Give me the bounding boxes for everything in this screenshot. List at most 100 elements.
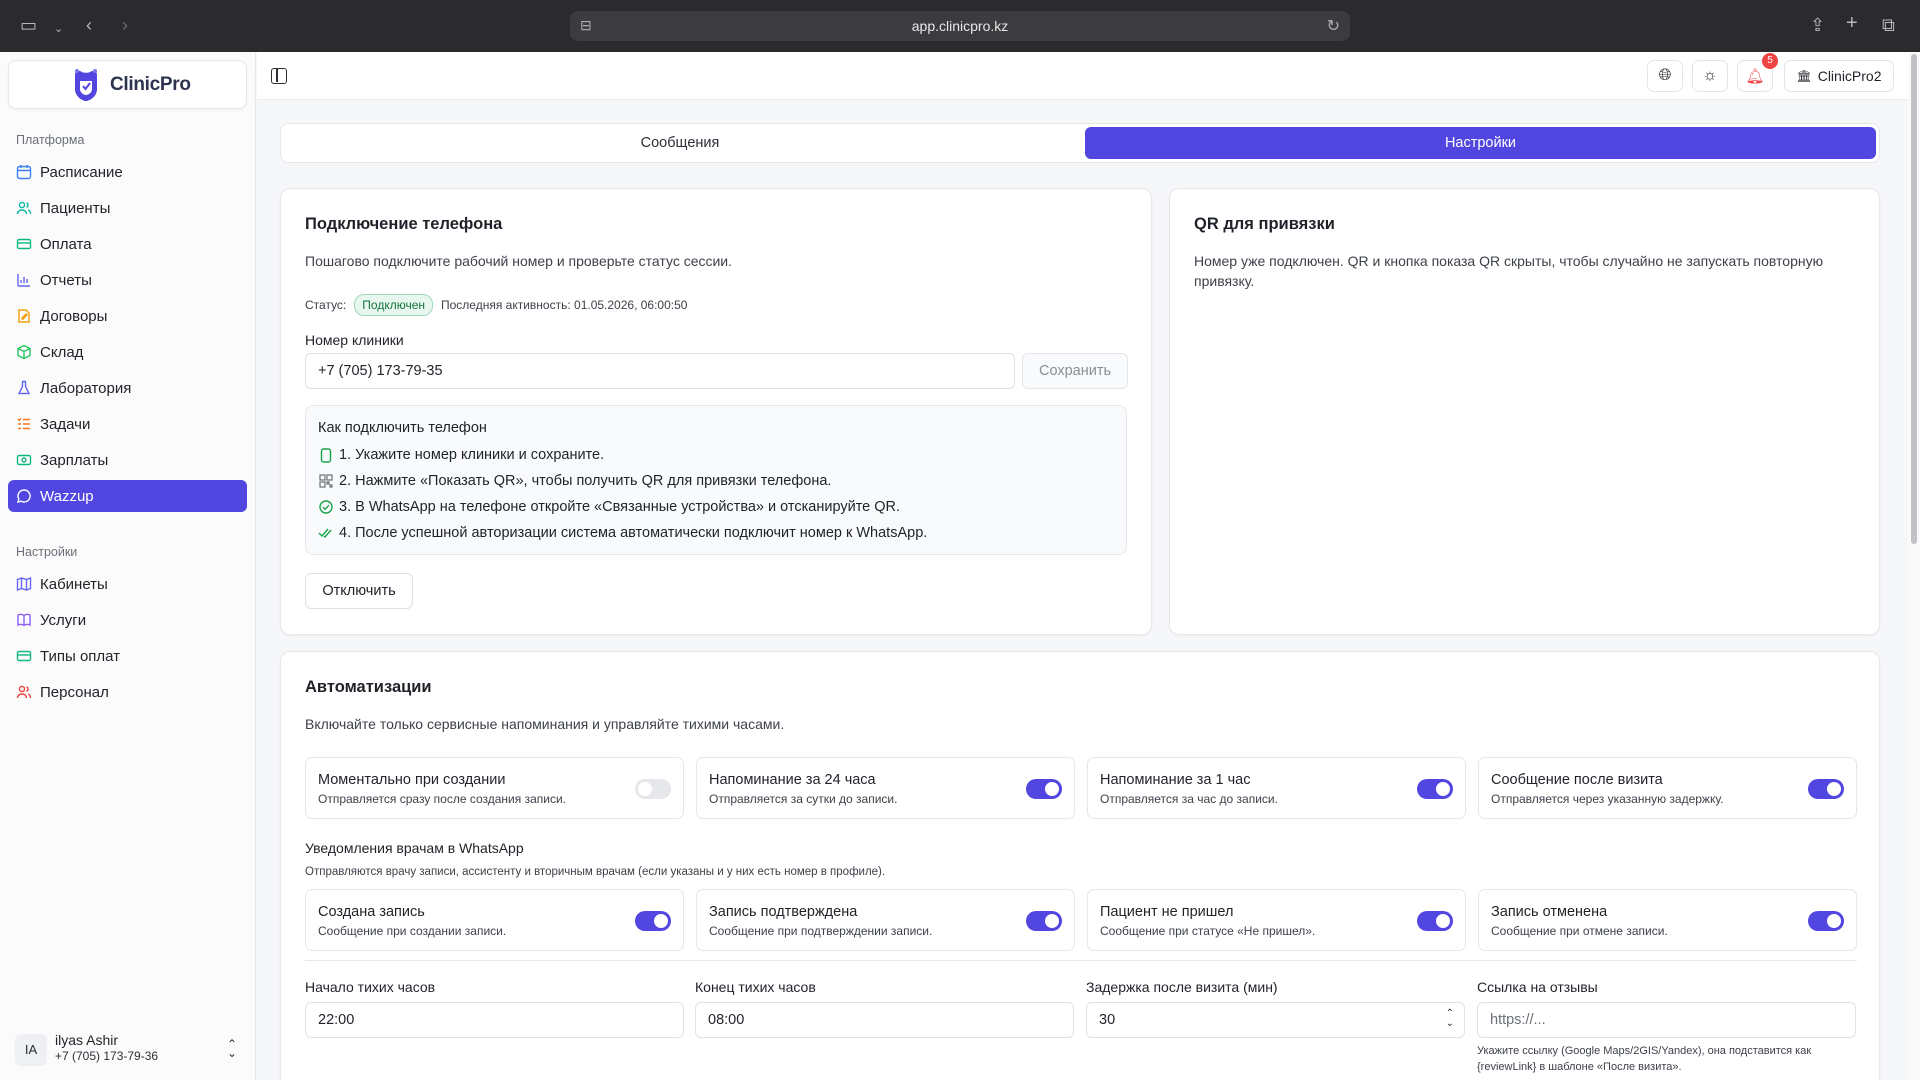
delay-label: Задержка после визита (мин) bbox=[1086, 979, 1278, 995]
sidebar-item-6[interactable]: Лаборатория bbox=[8, 372, 247, 404]
qr-text-line2: привязку. bbox=[1194, 273, 1255, 289]
patient-automation-tile: Сообщение после визита Отправляется через… bbox=[1478, 757, 1857, 819]
sidebar-item-7[interactable]: Задачи bbox=[8, 408, 247, 440]
qr-text-line1: Номер уже подключен. QR и кнопка показа … bbox=[1194, 253, 1824, 269]
tooth-logo-icon bbox=[75, 69, 97, 101]
toggle-knob bbox=[638, 782, 652, 796]
sidebar-item-label: Склад bbox=[40, 343, 84, 361]
sidebar-item-label: Типы оплат bbox=[40, 647, 121, 665]
toggle-knob bbox=[1436, 782, 1450, 796]
back-icon[interactable]: ‹ bbox=[86, 16, 92, 34]
sidebar-toggle-icon[interactable]: ▭ bbox=[20, 16, 37, 34]
sun-icon: ☼ bbox=[1702, 67, 1718, 84]
review-link-label: Ссылка на отзывы bbox=[1477, 979, 1598, 995]
panel-toggle-icon[interactable] bbox=[271, 68, 287, 84]
card-icon bbox=[16, 648, 32, 664]
quiet-end-input[interactable]: 08:00 bbox=[695, 1002, 1074, 1038]
divider bbox=[305, 960, 1857, 961]
tab-messages[interactable]: Сообщения bbox=[285, 127, 1075, 159]
user-menu[interactable]: IA ilyas Ashir +7 (705) 173-79-36 ⌃ ⌄ bbox=[8, 1028, 247, 1072]
sidebar-item-8[interactable]: Зарплаты bbox=[8, 444, 247, 476]
disconnect-button[interactable]: Отключить bbox=[305, 573, 413, 609]
share-icon[interactable]: ⇪ bbox=[1810, 16, 1825, 34]
howto-step: 4. После успешной авторизации система ав… bbox=[318, 525, 927, 541]
box-icon bbox=[16, 344, 32, 360]
card-subtitle: Включайте только сервисные напоминания и… bbox=[305, 716, 785, 732]
doctor-automation-tile: Запись отменена Сообщение при отмене запи… bbox=[1478, 889, 1857, 951]
tile-description: Сообщение при подтверждении записи. bbox=[709, 924, 933, 938]
sidebar-item-4[interactable]: Договоры bbox=[8, 300, 247, 332]
scrollbar[interactable] bbox=[1908, 52, 1920, 1080]
chevron-down-icon[interactable]: ⌄ bbox=[54, 20, 63, 38]
theme-button[interactable]: ☼ bbox=[1692, 60, 1728, 92]
check-double-icon bbox=[318, 526, 333, 541]
qr-icon bbox=[318, 474, 333, 489]
number-label: Номер клиники bbox=[305, 332, 404, 348]
sidebar-settings-item-3[interactable]: Персонал bbox=[8, 676, 247, 708]
automations-card: Автоматизации Включайте только сервисные… bbox=[280, 651, 1880, 1080]
toggle-switch[interactable] bbox=[1026, 779, 1062, 799]
account-button[interactable]: 🏛︎ ClinicPro2 bbox=[1784, 60, 1894, 92]
sidebar-item-label: Wazzup bbox=[40, 487, 94, 505]
card-icon bbox=[16, 236, 32, 252]
tile-description: Сообщение при создании записи. bbox=[318, 924, 507, 938]
save-button[interactable]: Сохранить bbox=[1022, 353, 1128, 389]
new-tab-icon[interactable]: + bbox=[1846, 13, 1858, 33]
doctor-automation-tile: Запись подтверждена Сообщение при подтвер… bbox=[696, 889, 1075, 951]
sidebar-item-1[interactable]: Пациенты bbox=[8, 192, 247, 224]
review-link-hint-2: {reviewLink} в шаблоне «После визита». bbox=[1477, 1061, 1682, 1073]
tab-settings[interactable]: Настройки bbox=[1085, 127, 1876, 159]
sidebar-item-5[interactable]: Склад bbox=[8, 336, 247, 368]
users-icon bbox=[16, 200, 32, 216]
sidebar-settings-item-0[interactable]: Кабинеты bbox=[8, 568, 247, 600]
review-link-input[interactable]: https://... bbox=[1477, 1002, 1856, 1038]
quiet-start-input[interactable]: 22:00 bbox=[305, 1002, 684, 1038]
notifications-button[interactable]: 🔔︎ 5 bbox=[1737, 53, 1778, 92]
phone-icon bbox=[318, 447, 333, 463]
doctor-automation-tile: Пациент не пришел Сообщение при статусе «… bbox=[1087, 889, 1466, 951]
toggle-switch[interactable] bbox=[1808, 911, 1844, 931]
chat-icon bbox=[16, 488, 32, 504]
toggle-switch[interactable] bbox=[635, 911, 671, 931]
toggle-switch[interactable] bbox=[635, 779, 671, 799]
patient-automation-tile: Напоминание за 1 час Отправляется за час … bbox=[1087, 757, 1466, 819]
chevron-updown-icon: ⌃ ⌄ bbox=[226, 1037, 237, 1060]
sidebar-item-label: Договоры bbox=[40, 307, 108, 325]
sidebar-item-label: Зарплаты bbox=[40, 451, 109, 469]
toggle-switch[interactable] bbox=[1026, 911, 1062, 931]
clinic-number-input[interactable]: +7 (705) 173-79-35 bbox=[305, 353, 1015, 389]
sidebar-settings-item-2[interactable]: Типы оплат bbox=[8, 640, 247, 672]
tabs-overview-icon[interactable]: ⧉ bbox=[1882, 16, 1895, 34]
howto-step: 1. Укажите номер клиники и сохраните. bbox=[318, 447, 604, 463]
sidebar-item-0[interactable]: Расписание bbox=[8, 156, 247, 188]
stepper-icon[interactable]: ⌃ ⌄ bbox=[1446, 1009, 1454, 1029]
logo[interactable]: ClinicPro bbox=[8, 60, 247, 109]
patient-automation-tile: Напоминание за 24 часа Отправляется за су… bbox=[696, 757, 1075, 819]
toggle-switch[interactable] bbox=[1808, 779, 1844, 799]
toggle-switch[interactable] bbox=[1417, 779, 1453, 799]
address-bar[interactable]: ⊟ app.clinicpro.kz ↻ bbox=[570, 11, 1350, 41]
user-phone: +7 (705) 173-79-36 bbox=[55, 1049, 159, 1063]
delay-input[interactable]: 30 ⌃ ⌄ bbox=[1086, 1002, 1465, 1038]
tile-title: Запись отменена bbox=[1491, 904, 1608, 920]
platform-section-label: Платформа bbox=[16, 133, 85, 147]
howto-title: Как подключить телефон bbox=[318, 420, 487, 436]
toggle-switch[interactable] bbox=[1417, 911, 1453, 931]
scrollbar-thumb[interactable] bbox=[1911, 54, 1917, 544]
contract-icon bbox=[16, 308, 32, 324]
tile-title: Напоминание за 24 часа bbox=[709, 772, 876, 788]
card-title: Автоматизации bbox=[305, 678, 432, 696]
sidebar-item-3[interactable]: Отчеты bbox=[8, 264, 247, 296]
tasks-icon bbox=[16, 416, 32, 432]
patient-automation-tile: Моментально при создании Отправляется сра… bbox=[305, 757, 684, 819]
sidebar-item-2[interactable]: Оплата bbox=[8, 228, 247, 260]
tile-description: Отправляется сразу после создания записи… bbox=[318, 792, 567, 806]
sidebar-item-label: Пациенты bbox=[40, 199, 111, 217]
forward-icon[interactable]: › bbox=[122, 16, 128, 34]
tile-description: Отправляется за час до записи. bbox=[1100, 792, 1278, 806]
sidebar-item-label: Лаборатория bbox=[40, 379, 132, 397]
sidebar-item-9[interactable]: Wazzup bbox=[8, 480, 247, 512]
reload-icon[interactable]: ↻ bbox=[1327, 16, 1340, 36]
language-button[interactable]: 🌐︎ bbox=[1647, 60, 1683, 92]
sidebar-settings-item-1[interactable]: Услуги bbox=[8, 604, 247, 636]
